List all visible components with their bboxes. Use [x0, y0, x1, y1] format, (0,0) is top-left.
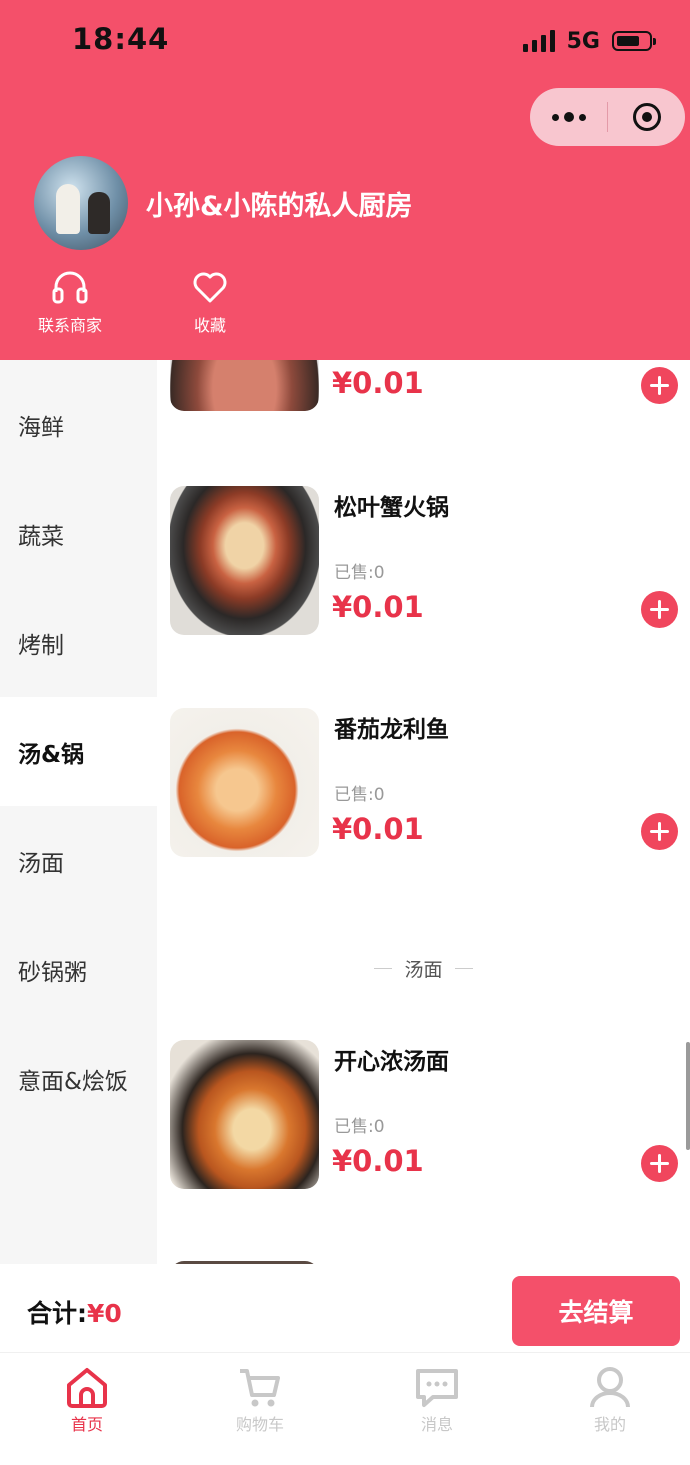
add-to-cart-button[interactable] — [641, 1145, 678, 1182]
dish-image — [170, 360, 319, 411]
tab-profile[interactable]: 我的 — [555, 1365, 665, 1435]
cart-total: 合计:¥0 — [27, 1294, 122, 1330]
home-icon — [67, 1368, 107, 1408]
contact-merchant-label: 联系商家 — [37, 316, 102, 335]
menu-item: 松叶蟹火锅 已售:0 ¥0.01 — [157, 486, 690, 636]
more-button[interactable] — [530, 88, 607, 146]
category-seafood[interactable]: 海鲜 — [0, 370, 157, 479]
tab-messages-label: 消息 — [420, 1415, 453, 1434]
dish-price: ¥0.01 — [332, 1144, 424, 1178]
dish-name: 番茄龙利鱼 — [334, 717, 449, 743]
cart-icon — [240, 1369, 280, 1407]
add-to-cart-button[interactable] — [641, 591, 678, 628]
dish-sold-count: 已售:0 — [334, 1117, 385, 1137]
add-to-cart-button[interactable] — [641, 367, 678, 404]
signal-icon — [522, 30, 555, 52]
tab-cart-label: 购物车 — [235, 1415, 284, 1434]
menu-list: ¥0.01 松叶蟹火锅 已售:0 ¥0.01 番茄龙利鱼 已售:0 ¥0.01 … — [157, 360, 690, 1265]
headset-icon — [52, 271, 88, 304]
category-soup-pot[interactable]: 汤&锅 — [0, 697, 157, 806]
tab-messages[interactable]: 消息 — [382, 1365, 492, 1435]
checkout-button[interactable]: 去结算 — [512, 1276, 680, 1346]
status-time: 18:44 — [72, 22, 170, 56]
more-dots-icon — [551, 112, 586, 122]
cart-total-value: ¥0 — [87, 1299, 122, 1328]
user-icon — [590, 1367, 630, 1408]
category-vegetables[interactable]: 蔬菜 — [0, 479, 157, 588]
add-to-cart-button[interactable] — [641, 813, 678, 850]
tab-home[interactable]: 首页 — [32, 1365, 142, 1435]
dish-price: ¥0.01 — [332, 590, 424, 624]
dish-image — [170, 708, 319, 857]
dish-price: ¥0.01 — [332, 812, 424, 846]
menu-item: 开心浓汤面 已售:0 ¥0.01 — [157, 1040, 690, 1190]
favorite-label: 收藏 — [193, 316, 226, 335]
favorite-button[interactable]: 收藏 — [160, 270, 260, 336]
menu-item: 番茄龙利鱼 已售:0 ¥0.01 — [157, 708, 690, 858]
dish-image — [170, 1040, 319, 1189]
status-indicators: 5G — [522, 26, 656, 56]
message-icon — [416, 1369, 458, 1407]
miniprogram-capsule — [530, 88, 685, 146]
battery-icon — [612, 31, 656, 51]
dish-price: ¥0.01 — [332, 366, 424, 400]
bottom-tab-bar: 首页 购物车 消息 我的 — [0, 1352, 690, 1465]
cart-total-label: 合计: — [27, 1299, 87, 1328]
tab-cart[interactable]: 购物车 — [205, 1365, 315, 1435]
menu-item: ¥0.01 — [157, 360, 690, 412]
category-sidebar: 海鲜 蔬菜 烤制 汤&锅 汤面 砂锅粥 意面&烩饭 — [0, 360, 157, 1265]
section-header-label: 汤面 — [404, 959, 443, 981]
category-grilled[interactable]: 烤制 — [0, 588, 157, 697]
dish-name: 开心浓汤面 — [334, 1049, 449, 1075]
cart-bar: 合计:¥0 去结算 — [0, 1264, 690, 1352]
tab-home-label: 首页 — [70, 1415, 103, 1434]
shop-avatar — [34, 156, 128, 250]
heart-icon — [193, 272, 227, 303]
tab-profile-label: 我的 — [593, 1415, 626, 1434]
shop-header: 18:44 5G 小孙&小陈的私人厨房 联系商家 收藏 — [0, 0, 690, 360]
section-header: 汤面 — [157, 955, 690, 982]
target-icon — [632, 103, 661, 131]
dish-sold-count: 已售:0 — [334, 563, 385, 583]
category-congee[interactable]: 砂锅粥 — [0, 915, 157, 1024]
close-miniprogram-button[interactable] — [608, 88, 685, 146]
network-type: 5G — [566, 28, 600, 54]
contact-merchant-button[interactable]: 联系商家 — [20, 270, 120, 336]
dish-image — [170, 486, 319, 635]
category-pasta-risotto[interactable]: 意面&烩饭 — [0, 1024, 157, 1133]
category-noodle-soup[interactable]: 汤面 — [0, 806, 157, 915]
dish-sold-count: 已售:0 — [334, 785, 385, 805]
scrollbar[interactable] — [686, 1042, 690, 1150]
dish-name: 松叶蟹火锅 — [334, 495, 449, 521]
shop-name: 小孙&小陈的私人厨房 — [146, 191, 413, 222]
